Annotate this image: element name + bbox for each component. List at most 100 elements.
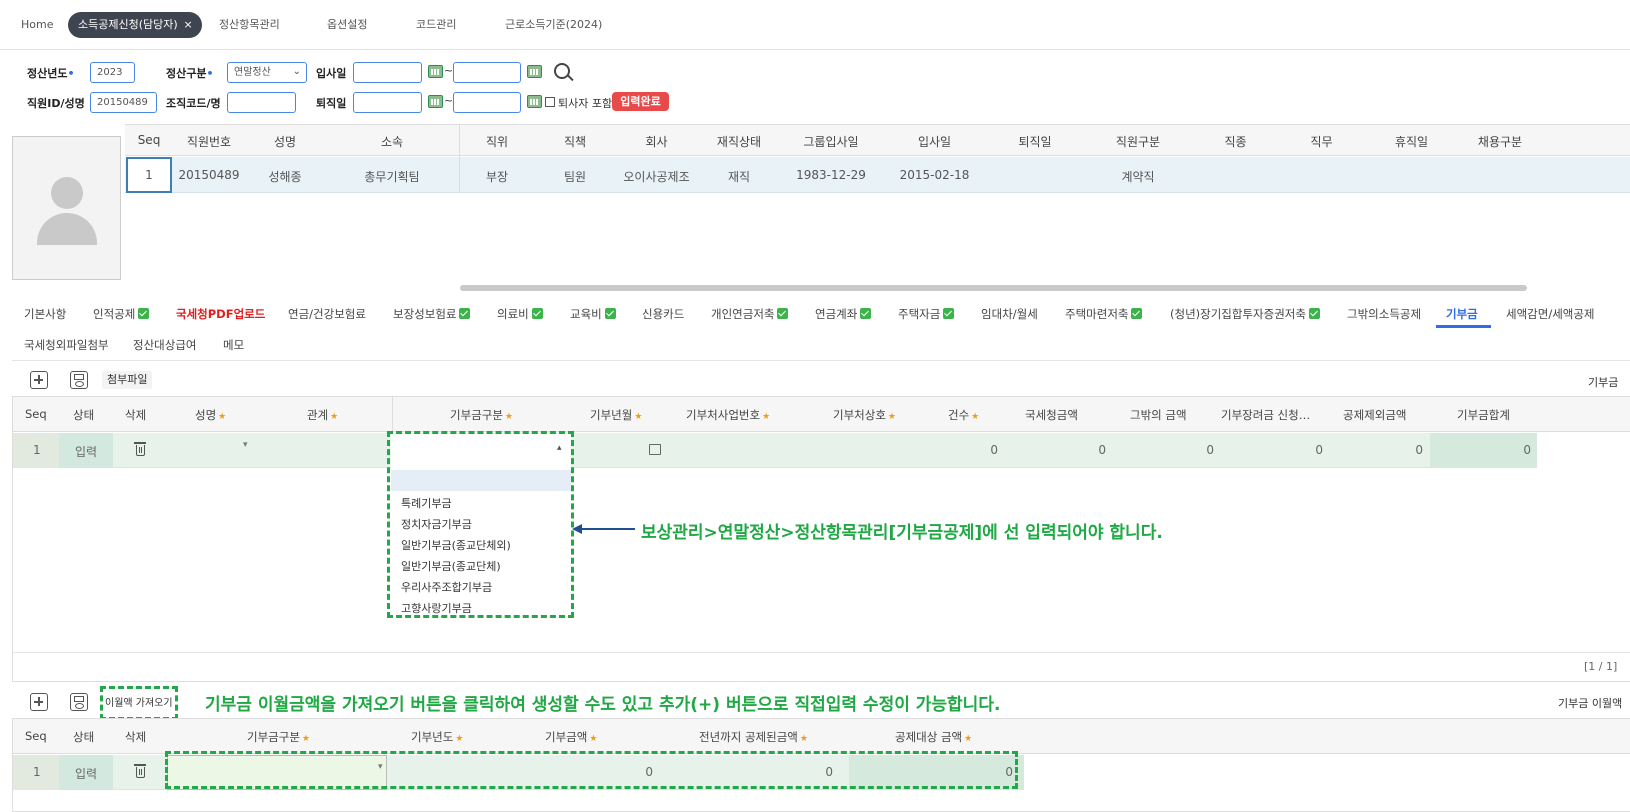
column-header[interactable]: 직책 [535, 133, 615, 150]
save-button[interactable] [70, 371, 88, 389]
column-header[interactable]: Seq [25, 729, 47, 743]
sub-tab-label: 기본사항 [24, 307, 67, 321]
sub-tab-label: 인적공제 [93, 307, 136, 321]
tab-home[interactable]: Home [21, 12, 53, 38]
sub-tab[interactable]: 메모 [223, 337, 244, 353]
column-header[interactable]: 관계 ★ [307, 407, 338, 423]
delete-icon[interactable] [134, 442, 146, 456]
column-header[interactable]: 직원번호 [173, 133, 245, 150]
type-label: 정산구분• [166, 67, 214, 80]
column-header[interactable]: 상태 [73, 729, 94, 745]
column-header[interactable]: 기부년도 ★ [411, 729, 463, 745]
column-header[interactable]: 공제제외금액 [1343, 407, 1406, 423]
sub-tab[interactable]: 연금/건강보험료 [288, 306, 366, 322]
join-date-to[interactable] [453, 62, 521, 83]
sub-tab[interactable]: 주택마련저축 [1065, 306, 1143, 322]
column-header[interactable]: 소속 [325, 133, 459, 150]
sub-tab[interactable]: 주택자금 [898, 306, 955, 322]
leave-date-from[interactable] [353, 92, 422, 113]
sub-tab[interactable]: 연금계좌 [815, 306, 872, 322]
check-icon [1131, 308, 1143, 319]
calendar-icon[interactable] [428, 65, 443, 78]
tab-settlement-items[interactable]: 정산항목관리 [219, 12, 280, 38]
tab-active-income-deduction[interactable]: 소득공제신청(담당자) × [68, 12, 202, 38]
column-header[interactable]: 삭제 [125, 407, 146, 423]
calendar-icon[interactable] [428, 95, 443, 108]
sub-tab[interactable]: 기본사항 [24, 306, 66, 322]
year-input[interactable]: 2023 [90, 62, 135, 83]
tab-code-management[interactable]: 코드관리 [416, 12, 456, 38]
column-header[interactable]: 기부금구분 ★ [247, 729, 310, 745]
column-header-label: 삭제 [125, 730, 147, 744]
sub-tab[interactable]: 임대차/월세 [981, 306, 1038, 322]
column-header[interactable]: 기부처상호 ★ [833, 407, 896, 423]
column-header[interactable]: 공제대상 금액 ★ [895, 729, 972, 745]
column-header[interactable]: 채용구분 [1458, 133, 1542, 150]
column-header[interactable]: 기부처사업번호 ★ [686, 407, 770, 423]
tab-options[interactable]: 옵션설정 [327, 12, 367, 38]
column-header[interactable]: 휴직일 [1365, 133, 1458, 150]
pager: [1 / 1] [1584, 660, 1618, 673]
name-dropdown-caret[interactable]: ▾ [243, 440, 248, 450]
column-header[interactable]: Seq [25, 407, 47, 421]
column-header[interactable]: 회사 [615, 133, 698, 150]
column-header[interactable]: 기부년월 ★ [590, 407, 642, 423]
retired-checkbox[interactable] [545, 97, 555, 107]
column-header[interactable]: 삭제 [125, 729, 146, 745]
sub-tab[interactable]: 개인연금저축 [711, 306, 789, 322]
column-header[interactable]: 입사일 [882, 133, 987, 150]
column-header[interactable]: 기부장려금 신청… [1221, 407, 1310, 423]
leave-date-to[interactable] [453, 92, 521, 113]
sub-tab[interactable]: 그밖의소득공제 [1347, 306, 1421, 322]
sub-tab[interactable]: (청년)장기집합투자증권저축 [1170, 306, 1320, 322]
employee-input[interactable]: 20150489 [90, 92, 157, 113]
org-input[interactable] [227, 92, 296, 113]
attach-file-button[interactable]: 첨부파일 [102, 371, 153, 389]
save-carryover-button[interactable] [70, 693, 88, 711]
sub-tab[interactable]: 세액감면/세액공제 [1506, 306, 1595, 322]
column-header[interactable]: 직위 [459, 133, 535, 150]
calendar-icon[interactable] [527, 95, 542, 108]
calendar-icon[interactable] [649, 444, 661, 455]
column-header[interactable]: 기부금합계 [1457, 407, 1510, 423]
column-header[interactable]: 성명 ★ [195, 407, 226, 423]
required-star-icon: ★ [301, 734, 310, 744]
sub-tab[interactable]: 교육비 [570, 306, 616, 322]
column-header[interactable]: 건수 ★ [948, 407, 979, 423]
tab-income-standard[interactable]: 근로소득기준(2024) [505, 12, 602, 38]
column-header[interactable]: 상태 [73, 407, 94, 423]
column-header[interactable]: 그룹입사일 [780, 133, 882, 150]
join-date-from[interactable] [353, 62, 422, 83]
grid-cell: 1 [145, 168, 153, 182]
column-header[interactable]: 그밖의 금액 [1130, 407, 1187, 423]
column-header[interactable]: Seq [125, 133, 173, 147]
sub-tab[interactable]: 국세청외파일첨부 [24, 337, 109, 353]
column-header[interactable]: 국세청금액 [1025, 407, 1078, 423]
highlight-carryover-row [165, 751, 1018, 789]
sub-tab[interactable]: 국세청PDF업로드 [176, 306, 265, 322]
type-select[interactable]: 연말정산 ⌄ [227, 62, 307, 83]
sub-tab-label: 보장성보험료 [393, 307, 457, 321]
column-header[interactable]: 기부금구분 ★ [450, 407, 513, 423]
sub-tab[interactable]: 정산대상급여 [133, 337, 196, 353]
column-header[interactable]: 직원구분 [1083, 133, 1193, 150]
column-header[interactable]: 직종 [1193, 133, 1278, 150]
column-header[interactable]: 성명 [245, 133, 325, 150]
sub-tab[interactable]: 보장성보험료 [393, 306, 471, 322]
status-badge: 입력완료 [612, 92, 669, 111]
add-carryover-button[interactable] [30, 693, 48, 711]
horizontal-scrollbar[interactable] [460, 285, 1527, 291]
column-header[interactable]: 기부금액 ★ [545, 729, 597, 745]
sub-tab[interactable]: 의료비 [497, 306, 543, 322]
sub-tab[interactable]: 신용카드 [642, 306, 684, 322]
sub-tab[interactable]: 기부금 [1446, 306, 1478, 322]
delete-icon[interactable] [134, 764, 146, 778]
calendar-icon[interactable] [527, 65, 542, 78]
column-header[interactable]: 전년까지 공제된금액 ★ [699, 729, 808, 745]
column-header[interactable]: 직무 [1278, 133, 1365, 150]
sub-tab[interactable]: 인적공제 [93, 306, 150, 322]
column-header[interactable]: 퇴직일 [987, 133, 1083, 150]
close-icon[interactable]: × [183, 12, 192, 38]
column-header[interactable]: 재직상태 [698, 133, 780, 150]
add-button[interactable] [30, 371, 48, 389]
